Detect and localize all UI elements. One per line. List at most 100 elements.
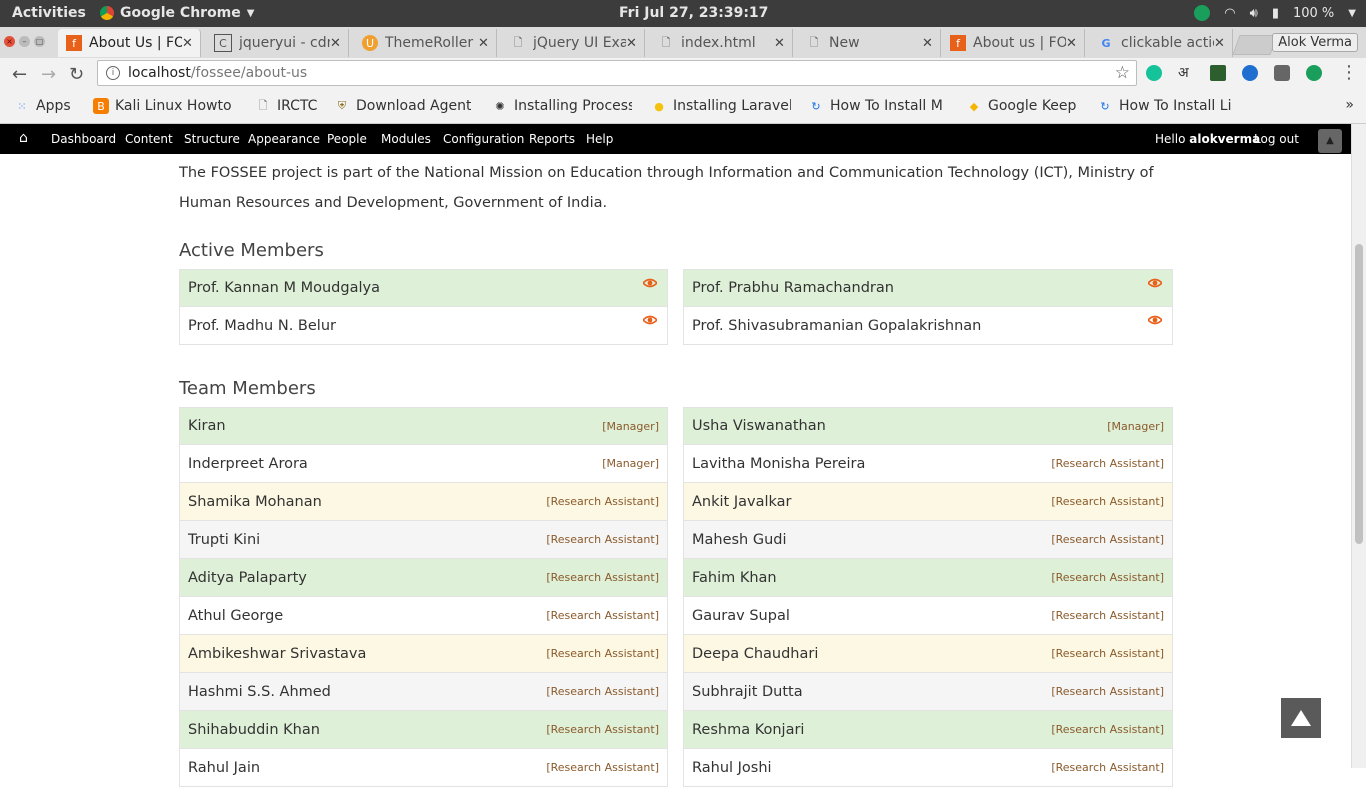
admin-menu-help[interactable]: Help [586,132,613,146]
more-bookmarks-icon[interactable]: » [1345,97,1354,113]
browser-tab[interactable]: 🗋 index.html ✕ [650,29,793,57]
scroll-to-top-button[interactable] [1281,698,1321,738]
close-tab-icon[interactable]: ✕ [182,36,200,51]
app-menu[interactable]: Google Chrome ▼ [100,5,254,21]
bookmark-item[interactable]: 🗋 IRCTC [255,98,318,114]
minimize-window-icon[interactable]: – [19,36,30,47]
close-tab-icon[interactable]: ✕ [922,36,940,51]
bookmark-item[interactable]: ● Installing Laravel [651,98,791,114]
team-member-card[interactable]: Hashmi S.S. Ahmed [Research Assistant] [179,673,668,711]
team-member-card[interactable]: Gaurav Supal [Research Assistant] [683,597,1173,635]
browser-tab[interactable]: 🗋 New ✕ [798,29,941,57]
username[interactable]: alokverma [1189,132,1260,146]
browser-tab[interactable]: U ThemeRoller ✕ [354,29,497,57]
member-name: Mahesh Gudi [692,531,787,548]
browser-tab[interactable]: Gclickable action✕ [1090,29,1233,57]
clock[interactable]: Fri Jul 27, 23:39:17 [619,5,768,21]
logout-link[interactable]: Log out [1254,132,1299,146]
team-member-card[interactable]: Ambikeshwar Srivastava [Research Assistan… [179,635,668,673]
close-tab-icon[interactable]: ✕ [1214,36,1232,51]
view-profile-eye-icon[interactable] [643,278,657,288]
bookmark-item[interactable]: ↻ How To Install M [808,98,942,114]
member-row: Prof. Madhu N. Belur Prof. Shivasubramani… [179,307,1173,345]
admin-menu-reports[interactable]: Reports [529,132,575,146]
bookmark-item[interactable]: ⁙ Apps [14,98,70,114]
reload-icon[interactable]: ↻ [69,64,84,85]
team-member-card[interactable]: Lavitha Monisha Pereira [Research Assista… [683,445,1173,483]
active-member-card[interactable]: Prof. Prabhu Ramachandran [683,269,1173,307]
scrollbar-thumb[interactable] [1355,244,1363,544]
bookmark-label: Google Keep [988,98,1077,114]
close-tab-icon[interactable]: ✕ [774,36,792,51]
team-member-card[interactable]: Usha Viswanathan [Manager] [683,407,1173,445]
admin-menu-configuration[interactable]: Configuration [443,132,524,146]
bookmark-item[interactable]: B Kali Linux Howto [93,98,232,114]
team-member-card[interactable]: Trupti Kini [Research Assistant] [179,521,668,559]
team-member-card[interactable]: Shamika Mohanan [Research Assistant] [179,483,668,521]
team-member-card[interactable]: Deepa Chaudhari [Research Assistant] [683,635,1173,673]
keepass-icon[interactable] [1274,65,1290,81]
admin-menu-dashboard[interactable]: Dashboard [51,132,116,146]
close-tab-icon[interactable]: ✕ [626,36,644,51]
info-icon[interactable]: i [106,66,120,80]
active-member-card[interactable]: Prof. Madhu N. Belur [179,307,668,345]
address-bar[interactable]: i localhost/fossee/about-us ☆ [97,60,1137,86]
team-member-card[interactable]: Athul George [Research Assistant] [179,597,668,635]
member-role: [Research Assistant] [1051,495,1164,508]
browser-tab[interactable]: 🗋 jQuery UI Example✕ [502,29,645,57]
hangouts-extension-icon[interactable] [1306,65,1322,81]
admin-menu-modules[interactable]: Modules [381,132,431,146]
bookmark-star-icon[interactable]: ☆ [1115,63,1130,83]
team-member-card[interactable]: Shihabuddin Khan [Research Assistant] [179,711,668,749]
admin-menu-appearance[interactable]: Appearance [248,132,320,146]
page-scrollbar[interactable] [1351,124,1366,768]
back-icon[interactable]: ← [12,64,27,85]
bookmark-item[interactable]: ◆ Google Keep [966,98,1077,114]
member-name: Lavitha Monisha Pereira [692,455,866,472]
close-tab-icon[interactable]: ✕ [330,36,348,51]
view-profile-eye-icon[interactable] [643,315,657,325]
admin-menu-content[interactable]: Content [125,132,173,146]
menu-dots-icon[interactable]: ⋮ [1340,62,1358,83]
team-member-card[interactable]: Fahim Khan [Research Assistant] [683,559,1173,597]
profile-button[interactable]: Alok Verma [1272,33,1358,52]
close-tab-icon[interactable]: ✕ [1066,36,1084,51]
team-member-card[interactable]: Reshma Konjari [Research Assistant] [683,711,1173,749]
download-extension-icon[interactable] [1210,65,1226,81]
hindi-input-icon[interactable]: अ [1178,63,1194,81]
team-member-card[interactable]: Inderpreet Arora [Manager] [179,445,668,483]
new-tab-button[interactable] [1232,35,1278,55]
team-member-card[interactable]: Ankit Javalkar [Research Assistant] [683,483,1173,521]
grammarly-icon[interactable] [1146,65,1162,81]
team-member-card[interactable]: Kiran [Manager] [179,407,668,445]
toolbar-toggle-button[interactable]: ▲ [1318,129,1342,153]
team-member-card[interactable]: Subhrajit Dutta [Research Assistant] [683,673,1173,711]
member-name: Usha Viswanathan [692,418,826,434]
close-window-icon[interactable]: × [4,36,15,47]
system-tray[interactable]: ◠ 🔊︎ ▮ 100 % ▼ [1194,5,1356,21]
team-member-card[interactable]: Aditya Palaparty [Research Assistant] [179,559,668,597]
view-profile-eye-icon[interactable] [1148,278,1162,288]
home-icon[interactable]: ⌂ [19,130,28,146]
active-member-card[interactable]: Prof. Shivasubramanian Gopalakrishnan [683,307,1173,345]
close-tab-icon[interactable]: ✕ [478,36,496,51]
browser-tab[interactable]: Cjqueryui - cdn ✕ [206,29,349,57]
edge-extension-icon[interactable] [1242,65,1258,81]
bookmark-item[interactable]: ↻ How To Install Li [1097,98,1231,114]
bookmark-item[interactable]: ✺ Installing Process [492,98,632,114]
browser-tab[interactable]: f About Us | FOSSEE✕ [58,29,201,57]
team-member-card[interactable]: Rahul Joshi [Research Assistant] [683,749,1173,787]
view-profile-eye-icon[interactable] [1148,315,1162,325]
team-member-card[interactable]: Mahesh Gudi [Research Assistant] [683,521,1173,559]
bookmark-item[interactable]: ⛨ Download Agent [334,98,472,114]
forward-icon[interactable]: → [41,64,56,85]
activities-button[interactable]: Activities [12,5,86,21]
active-member-card[interactable]: Prof. Kannan M Moudgalya [179,269,668,307]
browser-tab[interactable]: f About us | FOSSEE✕ [942,29,1085,57]
maximize-window-icon[interactable]: □ [34,36,45,47]
fossee-icon: f [66,35,82,51]
tab-title: jqueryui - cdn [239,35,330,51]
admin-menu-structure[interactable]: Structure [184,132,240,146]
team-member-card[interactable]: Rahul Jain [Research Assistant] [179,749,668,787]
admin-menu-people[interactable]: People [327,132,367,146]
